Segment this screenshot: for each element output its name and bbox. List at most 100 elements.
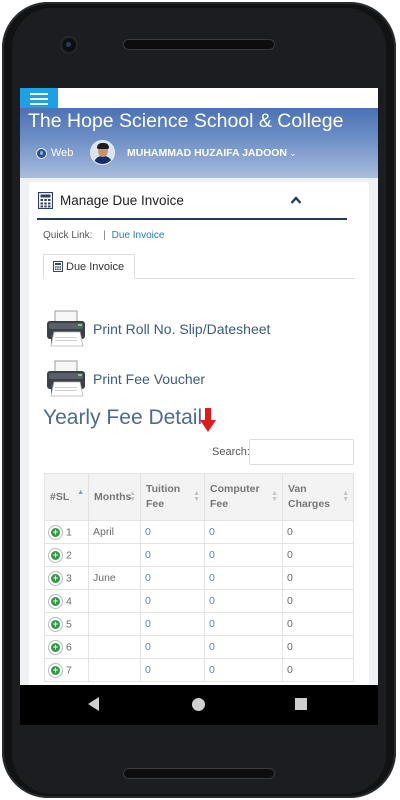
cell-month	[88, 612, 141, 636]
column-header-van-charges[interactable]: Van Charges ▲ ▼	[282, 473, 354, 521]
row-number: 3	[66, 571, 72, 584]
cell-van-charges: 0	[282, 589, 354, 613]
user-menu[interactable]: MUHAMMAD HUZAIFA JADOON ⌄	[127, 147, 297, 159]
calculator-icon	[53, 261, 63, 272]
cell-computer-fee: 0	[204, 589, 283, 613]
print-fee-voucher-label: Print Fee Voucher	[93, 371, 206, 387]
table-row[interactable]: +3 June 0 0 0	[44, 566, 354, 590]
cell-tuition-fee: 0	[140, 635, 205, 659]
cell-sl: +5	[44, 612, 89, 636]
card-title: Manage Due Invoice	[60, 193, 184, 208]
cell-tuition-fee: 0	[140, 520, 205, 544]
cell-tuition-fee: 0	[140, 658, 205, 682]
web-label: Web	[51, 147, 74, 159]
table-header-row: #SL ▲ Months ▲ ▼ Tuition Fee ▲ ▼ Computer …	[44, 473, 354, 521]
cell-computer-fee: 0	[204, 543, 283, 567]
cell-van-charges: 0	[282, 566, 354, 590]
app-screen: The Hope Science School & College Web MU…	[20, 88, 378, 685]
avatar[interactable]	[90, 140, 115, 165]
due-invoice-link[interactable]: Due Invoice	[112, 230, 165, 241]
card-header: Manage Due Invoice	[37, 192, 347, 220]
table-row[interactable]: +5 0 0 0	[44, 612, 354, 636]
row-number: 7	[66, 663, 72, 676]
row-number: 4	[66, 594, 72, 607]
table-row[interactable]: +6 0 0 0	[44, 635, 354, 659]
cell-tuition-fee: 0	[140, 566, 205, 590]
row-number: 1	[66, 525, 72, 538]
cell-van-charges: 0	[282, 543, 354, 567]
tab-due-invoice[interactable]: Due Invoice	[43, 254, 135, 279]
plus-circle-icon[interactable]: +	[49, 571, 62, 585]
cell-month: June	[88, 566, 141, 590]
front-camera	[62, 38, 76, 52]
print-roll-slip-label: Print Roll No. Slip/Datesheet	[93, 321, 271, 337]
cell-sl: +6	[44, 635, 89, 659]
top-strip	[20, 88, 378, 108]
quick-link-label: Quick Link:	[43, 230, 93, 241]
red-down-arrow-icon	[200, 408, 216, 432]
row-number: 2	[66, 548, 72, 561]
sort-icon: ▲ ▼	[129, 490, 136, 503]
cell-month: April	[88, 520, 141, 544]
cell-sl: +4	[44, 589, 89, 613]
sort-asc-icon: ▲	[77, 489, 84, 496]
search-label: Search:	[212, 446, 250, 458]
home-icon[interactable]	[192, 698, 205, 711]
sort-icon: ▲ ▼	[342, 490, 349, 503]
bottom-speaker	[124, 769, 274, 778]
column-header-tuition-fee[interactable]: Tuition Fee ▲ ▼	[140, 473, 205, 521]
cell-computer-fee: 0	[204, 520, 283, 544]
table-row[interactable]: +1 April 0 0 0	[44, 520, 354, 544]
cell-computer-fee: 0	[204, 566, 283, 590]
plus-circle-icon[interactable]: +	[49, 525, 62, 539]
cell-month	[88, 658, 141, 682]
cell-tuition-fee: 0	[140, 543, 205, 567]
row-number: 5	[66, 617, 72, 630]
print-fee-voucher-button[interactable]: Print Fee Voucher	[45, 360, 205, 398]
table-row[interactable]: +4 0 0 0	[44, 589, 354, 613]
recent-apps-icon[interactable]	[295, 698, 307, 710]
chevron-up-icon[interactable]	[290, 195, 302, 205]
quick-link: Quick Link: | Due Invoice	[43, 230, 164, 241]
cell-sl: +3	[44, 566, 89, 590]
table-body: +1 April 0 0 0 +2 0 0 0 +3 June 0 0 0 +4 0 0 0 +5 0 0 0 +6 0 0 0 +…	[44, 520, 354, 682]
cell-computer-fee: 0	[204, 612, 283, 636]
print-roll-slip-button[interactable]: Print Roll No. Slip/Datesheet	[45, 310, 270, 348]
printer-icon	[47, 310, 85, 347]
tab-label: Due Invoice	[66, 260, 125, 273]
table-row[interactable]: +7 0 0 0	[44, 658, 354, 682]
plus-circle-icon[interactable]: +	[49, 548, 62, 562]
cell-tuition-fee: 0	[140, 589, 205, 613]
cell-van-charges: 0	[282, 658, 354, 682]
plus-circle-icon[interactable]: +	[49, 640, 62, 654]
calculator-icon	[38, 192, 53, 209]
column-header-months[interactable]: Months ▲ ▼	[88, 473, 141, 521]
cell-van-charges: 0	[282, 520, 354, 544]
user-name: MUHAMMAD HUZAIFA JADOON	[127, 147, 288, 159]
school-title: The Hope Science School & College	[28, 110, 344, 132]
cell-tuition-fee: 0	[140, 612, 205, 636]
cell-sl: +1	[44, 520, 89, 544]
printer-icon	[47, 360, 85, 397]
cell-month	[88, 543, 141, 567]
fee-table: #SL ▲ Months ▲ ▼ Tuition Fee ▲ ▼ Computer …	[44, 473, 354, 682]
plus-circle-icon[interactable]: +	[49, 617, 62, 631]
chevron-down-icon: ⌄	[289, 148, 297, 158]
column-header-computer-fee[interactable]: Computer Fee ▲ ▼	[204, 473, 283, 521]
cell-van-charges: 0	[282, 635, 354, 659]
table-row[interactable]: +2 0 0 0	[44, 543, 354, 567]
plus-circle-icon[interactable]: +	[49, 594, 62, 608]
search-input[interactable]	[249, 439, 354, 465]
sort-icon: ▲ ▼	[193, 490, 200, 503]
top-speaker	[124, 40, 274, 49]
cell-van-charges: 0	[282, 612, 354, 636]
column-header-sl[interactable]: #SL ▲	[44, 473, 89, 521]
plus-circle-icon[interactable]: +	[49, 663, 62, 677]
globe-icon	[36, 147, 47, 159]
cell-month	[88, 635, 141, 659]
menu-icon[interactable]	[20, 88, 58, 110]
cell-computer-fee: 0	[204, 635, 283, 659]
quick-link-separator: |	[103, 230, 106, 241]
back-icon[interactable]	[88, 697, 99, 711]
web-link[interactable]: Web	[36, 147, 73, 159]
